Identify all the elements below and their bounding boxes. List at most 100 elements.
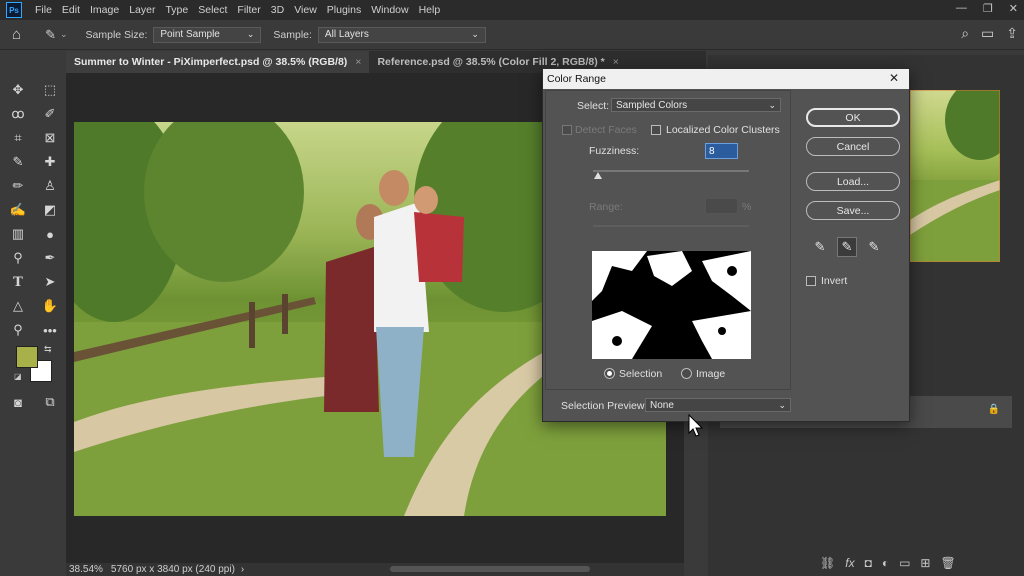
invert-checkbox[interactable]: [806, 276, 816, 286]
menu-layer[interactable]: Layer: [124, 4, 160, 16]
more-tools-icon[interactable]: •••: [38, 318, 62, 342]
default-colors-icon[interactable]: ◪: [14, 372, 22, 381]
dialog-title: Color Range: [547, 73, 606, 85]
horizontal-scrollbar[interactable]: [390, 566, 590, 572]
navigator-thumbnail[interactable]: [910, 90, 1000, 262]
foreground-color-swatch[interactable]: [16, 346, 38, 368]
save-button[interactable]: Save...: [806, 201, 900, 220]
screen-mode-icon[interactable]: ⧉: [38, 390, 62, 414]
layer-style-icon[interactable]: fx: [845, 556, 854, 570]
cancel-button[interactable]: Cancel: [806, 137, 900, 156]
load-button[interactable]: Load...: [806, 172, 900, 191]
localized-clusters-checkbox[interactable]: [651, 125, 661, 135]
image-radio[interactable]: [681, 368, 692, 379]
new-group-icon[interactable]: ▭: [899, 556, 910, 570]
path-selection-tool-icon[interactable]: ➤: [38, 270, 62, 294]
type-tool-icon[interactable]: T: [6, 270, 30, 294]
sample-size-dropdown[interactable]: Point Sample ⌄: [153, 26, 262, 43]
sample-dropdown[interactable]: All Layers ⌄: [317, 26, 486, 43]
marquee-tool-icon[interactable]: ⬚: [38, 78, 62, 102]
menu-3d[interactable]: 3D: [266, 4, 289, 16]
gradient-tool-icon[interactable]: ▥: [6, 222, 30, 246]
invert-label: Invert: [821, 275, 848, 287]
tab-label: Summer to Winter - PiXimperfect.psd @ 38…: [74, 56, 348, 68]
fuzziness-input[interactable]: 8: [705, 143, 738, 159]
fuzziness-slider-thumb[interactable]: [593, 172, 602, 179]
brush-tool-icon[interactable]: ✏: [6, 174, 30, 198]
sample-label: Sample:: [273, 28, 312, 41]
menu-help[interactable]: Help: [414, 4, 446, 16]
delete-layer-icon[interactable]: 🗑: [940, 556, 955, 570]
range-slider-track: [593, 225, 749, 227]
home-icon[interactable]: ⌂: [12, 26, 21, 43]
lasso-tool-icon[interactable]: ꝏ: [6, 102, 30, 126]
zoom-tool-icon[interactable]: ⚲: [6, 318, 30, 342]
dodge-tool-icon[interactable]: ⚲: [6, 246, 30, 270]
quick-selection-tool-icon[interactable]: ✐: [38, 102, 62, 126]
photoshop-logo: Ps: [6, 2, 22, 18]
selection-radio[interactable]: [604, 368, 615, 379]
hand-tool-icon[interactable]: ✋: [38, 294, 62, 318]
close-icon[interactable]: ×: [613, 56, 619, 68]
zoom-level[interactable]: 38.54%: [69, 564, 103, 575]
selection-preview-dropdown[interactable]: None ⌄: [645, 398, 791, 412]
blur-tool-icon[interactable]: ●: [38, 222, 62, 246]
menu-image[interactable]: Image: [85, 4, 124, 16]
menu-plugins[interactable]: Plugins: [322, 4, 366, 16]
detect-faces-checkbox[interactable]: [562, 125, 572, 135]
link-layers-icon[interactable]: ⛓: [820, 556, 835, 570]
add-mask-icon[interactable]: ◘: [865, 556, 872, 570]
swap-colors-icon[interactable]: ⇆: [44, 344, 52, 355]
subtract-from-sample-eyedropper-icon[interactable]: ✎: [864, 237, 884, 257]
selection-preview-image: [592, 251, 751, 359]
share-icon[interactable]: ⇪: [1006, 25, 1018, 42]
shape-tool-icon[interactable]: △: [6, 294, 30, 318]
quick-mask-icon[interactable]: ◙: [6, 390, 30, 414]
clone-stamp-tool-icon[interactable]: ♙: [38, 174, 62, 198]
restore-button[interactable]: ❐: [983, 2, 993, 15]
history-brush-tool-icon[interactable]: ✍: [6, 198, 30, 222]
select-dropdown[interactable]: Sampled Colors ⌄: [611, 98, 781, 112]
layers-panel-footer: ⛓ fx ◘ ◐ ▭ ⊞ 🗑: [820, 556, 956, 570]
add-to-sample-eyedropper-icon[interactable]: ✎: [837, 237, 857, 257]
ok-button[interactable]: OK: [806, 108, 900, 127]
adjustment-layer-icon[interactable]: ◐: [882, 556, 889, 570]
tab-summer-to-winter[interactable]: Summer to Winter - PiXimperfect.psd @ 38…: [66, 51, 370, 73]
eyedropper-icon[interactable]: ✎: [810, 237, 830, 257]
search-icon[interactable]: ⌕: [961, 25, 969, 42]
lock-icon[interactable]: 🔒: [988, 404, 1000, 415]
close-icon[interactable]: ✕: [889, 71, 899, 85]
crop-tool-icon[interactable]: ⌗: [6, 126, 30, 150]
menu-edit[interactable]: Edit: [57, 4, 85, 16]
menu-filter[interactable]: Filter: [232, 4, 265, 16]
eyedropper-tool-icon[interactable]: ✎: [6, 150, 30, 174]
menu-window[interactable]: Window: [366, 4, 413, 16]
chevron-down-icon[interactable]: ⌄: [60, 29, 68, 40]
fuzziness-label: Fuzziness:: [589, 145, 640, 157]
status-bar: 38.54% 5760 px x 3840 px (240 ppi) ›: [66, 563, 684, 576]
healing-brush-tool-icon[interactable]: ✚: [38, 150, 62, 174]
menu-file[interactable]: File: [30, 4, 57, 16]
dialog-title-bar[interactable]: Color Range ✕: [543, 69, 909, 89]
move-tool-icon[interactable]: ✥: [6, 78, 30, 102]
new-layer-icon[interactable]: ⊞: [920, 556, 930, 570]
chevron-right-icon[interactable]: ›: [241, 564, 244, 575]
eraser-tool-icon[interactable]: ◩: [38, 198, 62, 222]
eyedropper-preset-icon[interactable]: ✎: [45, 27, 56, 43]
menu-view[interactable]: View: [289, 4, 322, 16]
pen-tool-icon[interactable]: ✒: [38, 246, 62, 270]
selection-radio-label: Selection: [619, 368, 663, 380]
workspace-icon[interactable]: ▭: [981, 25, 994, 42]
select-label: Select:: [577, 100, 610, 112]
sample-size-label: Sample Size:: [85, 28, 148, 41]
fuzziness-slider-track[interactable]: [593, 170, 749, 172]
close-window-button[interactable]: ✕: [1009, 2, 1018, 15]
select-value: Sampled Colors: [616, 99, 688, 111]
selection-preview-value: None: [650, 399, 674, 411]
close-icon[interactable]: ×: [355, 56, 361, 68]
minimize-button[interactable]: —: [956, 2, 967, 15]
menu-type[interactable]: Type: [160, 4, 193, 16]
menu-select[interactable]: Select: [193, 4, 232, 16]
chevron-down-icon: ⌄: [471, 29, 479, 39]
frame-tool-icon[interactable]: ⊠: [38, 126, 62, 150]
